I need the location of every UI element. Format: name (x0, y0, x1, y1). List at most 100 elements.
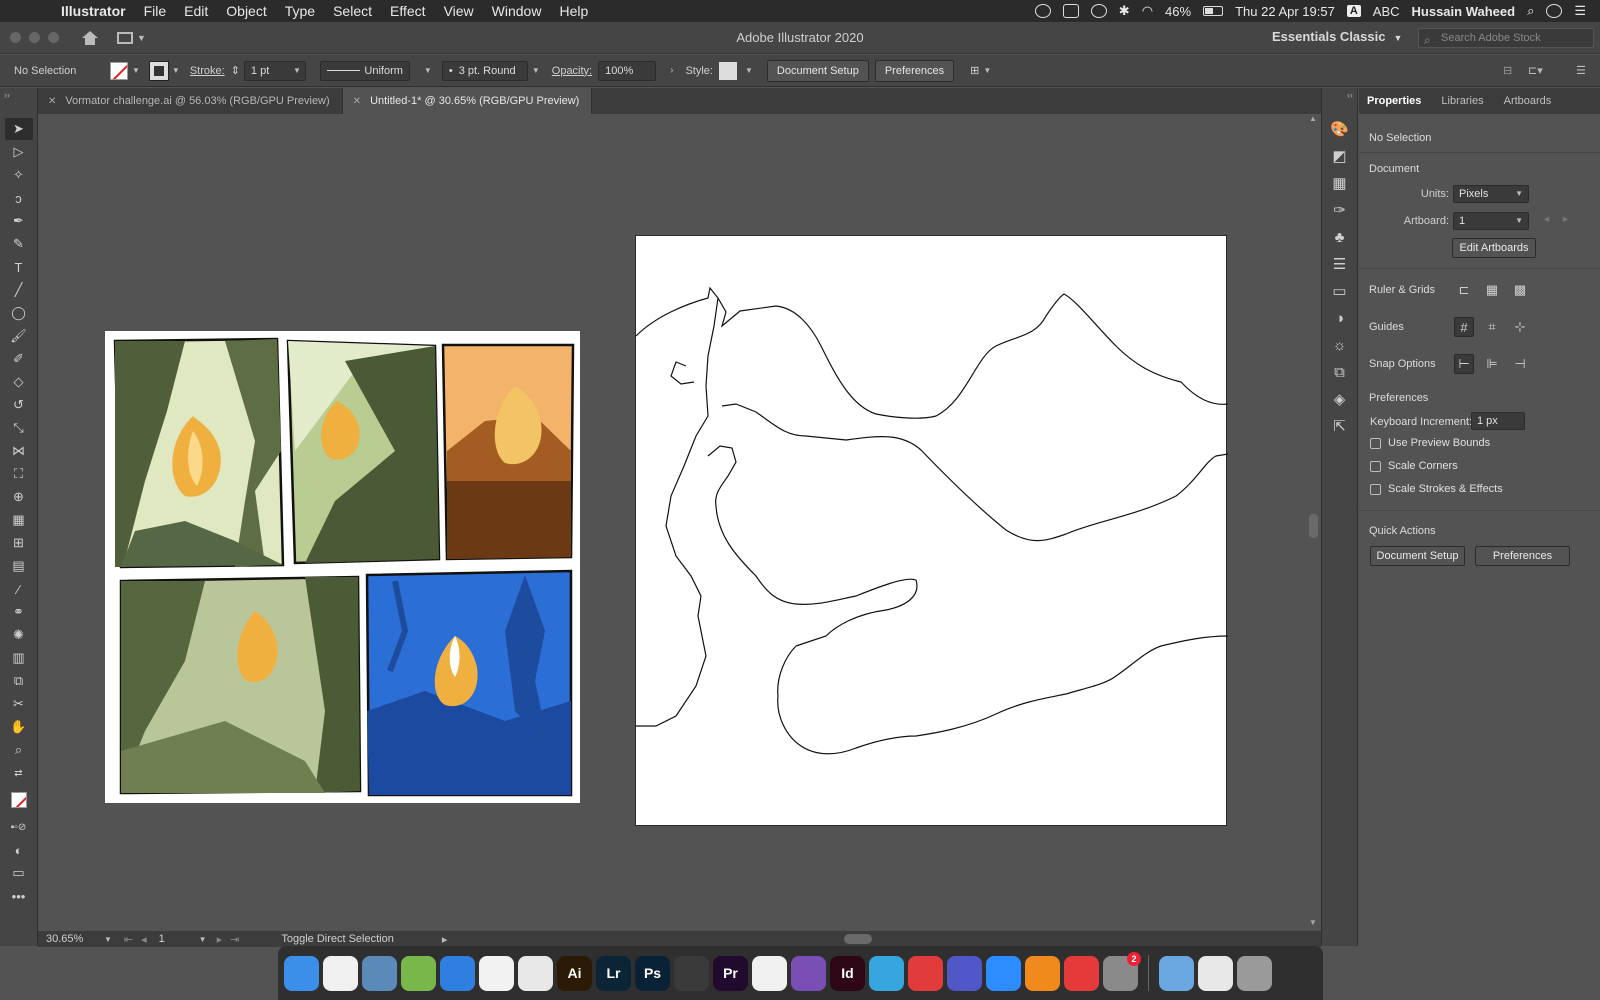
doc-tab-vormator[interactable]: ✕ Vormator challenge.ai @ 56.03% (RGB/GPU… (38, 88, 343, 114)
teams-icon[interactable] (947, 955, 982, 991)
scroll-up-icon[interactable]: ▲ (1309, 114, 1317, 123)
tab-artboards[interactable]: Artboards (1504, 95, 1552, 107)
chevron-down-icon[interactable]: ▼ (104, 935, 112, 944)
appearance-icon[interactable]: ☼ (1328, 334, 1352, 356)
hand-tool-icon[interactable]: ✋ (5, 716, 33, 738)
last-artboard-icon[interactable]: ⇥ (230, 933, 239, 946)
chevron-down-icon[interactable]: ▼ (424, 66, 432, 75)
artboard-comic-panels[interactable] (105, 331, 580, 803)
gradient-tool-icon[interactable]: ▤ (5, 555, 33, 577)
zoom-level[interactable]: 30.65% (46, 933, 104, 945)
artboard-main[interactable] (635, 235, 1229, 826)
line-segment-tool-icon[interactable]: ╱ (5, 279, 33, 301)
pen-tool-icon[interactable]: ✒ (5, 210, 33, 232)
color-guide-icon[interactable]: ◩ (1328, 145, 1352, 167)
curvature-tool-icon[interactable]: ✎ (5, 233, 33, 255)
collapse-icon[interactable]: ‹‹ (1322, 88, 1357, 114)
chevron-right-icon[interactable]: › (670, 65, 673, 76)
creative-cloud-status-icon[interactable] (1034, 4, 1051, 18)
horizontal-scroll-thumb[interactable] (844, 934, 872, 944)
control-center-icon[interactable]: ☰ (1574, 3, 1586, 19)
selection-tool-icon[interactable]: ➤ (4, 118, 33, 140)
finder-icon[interactable] (284, 955, 319, 991)
indesign-icon[interactable]: Id (830, 955, 865, 991)
column-graph-tool-icon[interactable]: ▥ (5, 647, 33, 669)
menu-effect[interactable]: Effect (381, 3, 435, 19)
clock[interactable]: Thu 22 Apr 19:57 (1235, 4, 1335, 19)
premiere-icon[interactable]: Pr (713, 955, 748, 991)
checkbox-box[interactable] (1370, 483, 1381, 495)
dock-app-icon[interactable] (752, 955, 787, 991)
eyedropper-tool-icon[interactable]: ⁄ (5, 578, 33, 600)
wifi-icon[interactable]: ◠ (1142, 3, 1153, 19)
status-message[interactable]: Toggle Direct Selection (281, 933, 394, 945)
color-mode-icons[interactable]: ▪▫⊘ (5, 816, 33, 838)
blend-tool-icon[interactable]: ⚭ (5, 601, 33, 623)
chevron-down-icon[interactable]: ▼ (532, 66, 540, 75)
fill-stroke-swatches[interactable] (5, 785, 33, 815)
illustrator-icon[interactable]: Ai (557, 955, 592, 991)
chevron-down-icon[interactable]: ▼ (293, 62, 301, 80)
show-guides-icon[interactable]: # (1454, 317, 1474, 337)
chevron-down-icon[interactable]: ▼ (137, 33, 146, 43)
ruler-icon[interactable]: ⊏ (1454, 280, 1474, 300)
snap-to-point-icon[interactable]: ⊢ (1454, 354, 1474, 374)
user-name[interactable]: Hussain Waheed (1412, 4, 1516, 19)
doc-tab-untitled[interactable]: ✕ Untitled-1* @ 30.65% (RGB/GPU Preview) (342, 88, 593, 114)
battery-icon[interactable] (1203, 6, 1224, 16)
checkbox-box[interactable] (1370, 437, 1381, 449)
workspace-switcher[interactable]: Essentials Classic ▼ (1272, 29, 1402, 44)
zoom-icon[interactable] (986, 955, 1021, 991)
reminders-icon[interactable] (323, 955, 358, 991)
zoom-window-button[interactable] (48, 32, 59, 43)
paintbrush-tool-icon[interactable]: 🖌 (5, 325, 33, 347)
align-icon[interactable]: ⊟ (1503, 64, 1512, 77)
scale-tool-icon[interactable]: ⤡ (5, 417, 33, 439)
shaper-tool-icon[interactable]: ✐ (5, 348, 33, 370)
close-tab-icon[interactable]: ✕ (48, 96, 56, 107)
chevron-down-icon[interactable]: ▼ (983, 66, 991, 75)
lock-guides-icon[interactable]: ⌗ (1482, 317, 1502, 337)
perspective-grid-tool-icon[interactable]: ▦ (5, 509, 33, 531)
keyboard-increment-field[interactable]: 1 px (1471, 412, 1525, 430)
chevron-right-icon[interactable]: ▸ (442, 933, 448, 946)
vlc-icon[interactable] (1025, 955, 1060, 991)
safari-icon[interactable] (440, 955, 475, 991)
asset-export-icon[interactable]: ⇱ (1328, 415, 1352, 437)
menu-object[interactable]: Object (217, 3, 275, 19)
close-tab-icon[interactable]: ✕ (353, 96, 361, 107)
gradient-panel-icon[interactable]: ▭ (1328, 280, 1352, 302)
fill-swatch[interactable]: ▼ (110, 61, 140, 80)
rotate-tool-icon[interactable]: ↺ (5, 394, 33, 416)
arrange-documents-icon[interactable] (117, 31, 133, 44)
prev-artboard-icon[interactable]: ◂ (1544, 214, 1549, 225)
siri-icon[interactable] (1546, 4, 1563, 18)
next-artboard-icon[interactable]: ▸ (217, 933, 223, 946)
tab-libraries[interactable]: Libraries (1441, 95, 1483, 107)
menu-view[interactable]: View (435, 3, 483, 19)
graphic-style-swatch[interactable] (718, 61, 737, 80)
stroke-weight-field[interactable]: 1 pt ▼ (243, 60, 306, 81)
scale-corners-checkbox[interactable]: Scale Corners (1370, 460, 1458, 472)
graphic-styles-icon[interactable]: ⧉ (1328, 361, 1352, 383)
variable-width-profile[interactable]: Uniform (319, 60, 410, 81)
smart-guides-icon[interactable]: ⊹ (1510, 317, 1530, 337)
panel-menu-icon[interactable]: ☰ (1576, 64, 1586, 77)
stroke-label[interactable]: Stroke: (190, 65, 225, 77)
symbol-sprayer-tool-icon[interactable]: ✺ (5, 624, 33, 646)
checkbox-box[interactable] (1370, 460, 1381, 472)
stroke-swatch[interactable]: ▼ (148, 60, 180, 81)
search-adobe-stock-input[interactable]: ⌕ Search Adobe Stock (1418, 28, 1594, 48)
photoshop-icon[interactable]: Ps (635, 955, 670, 991)
lasso-tool-icon[interactable]: ↄ (5, 187, 33, 209)
opacity-label[interactable]: Opacity: (552, 65, 592, 77)
artboard-tool-icon[interactable]: ⧉ (5, 670, 33, 692)
menu-type[interactable]: Type (276, 3, 324, 19)
creative-cloud-icon[interactable] (1064, 955, 1099, 991)
transparency-icon[interactable]: ◑ (1328, 307, 1352, 329)
home-icon[interactable] (81, 30, 99, 45)
qa-document-setup-button[interactable]: Document Setup (1370, 546, 1465, 566)
input-source-label[interactable]: ABC (1373, 4, 1400, 19)
chrome-icon[interactable] (518, 955, 553, 991)
scale-strokes-checkbox[interactable]: Scale Strokes & Effects (1370, 483, 1503, 495)
